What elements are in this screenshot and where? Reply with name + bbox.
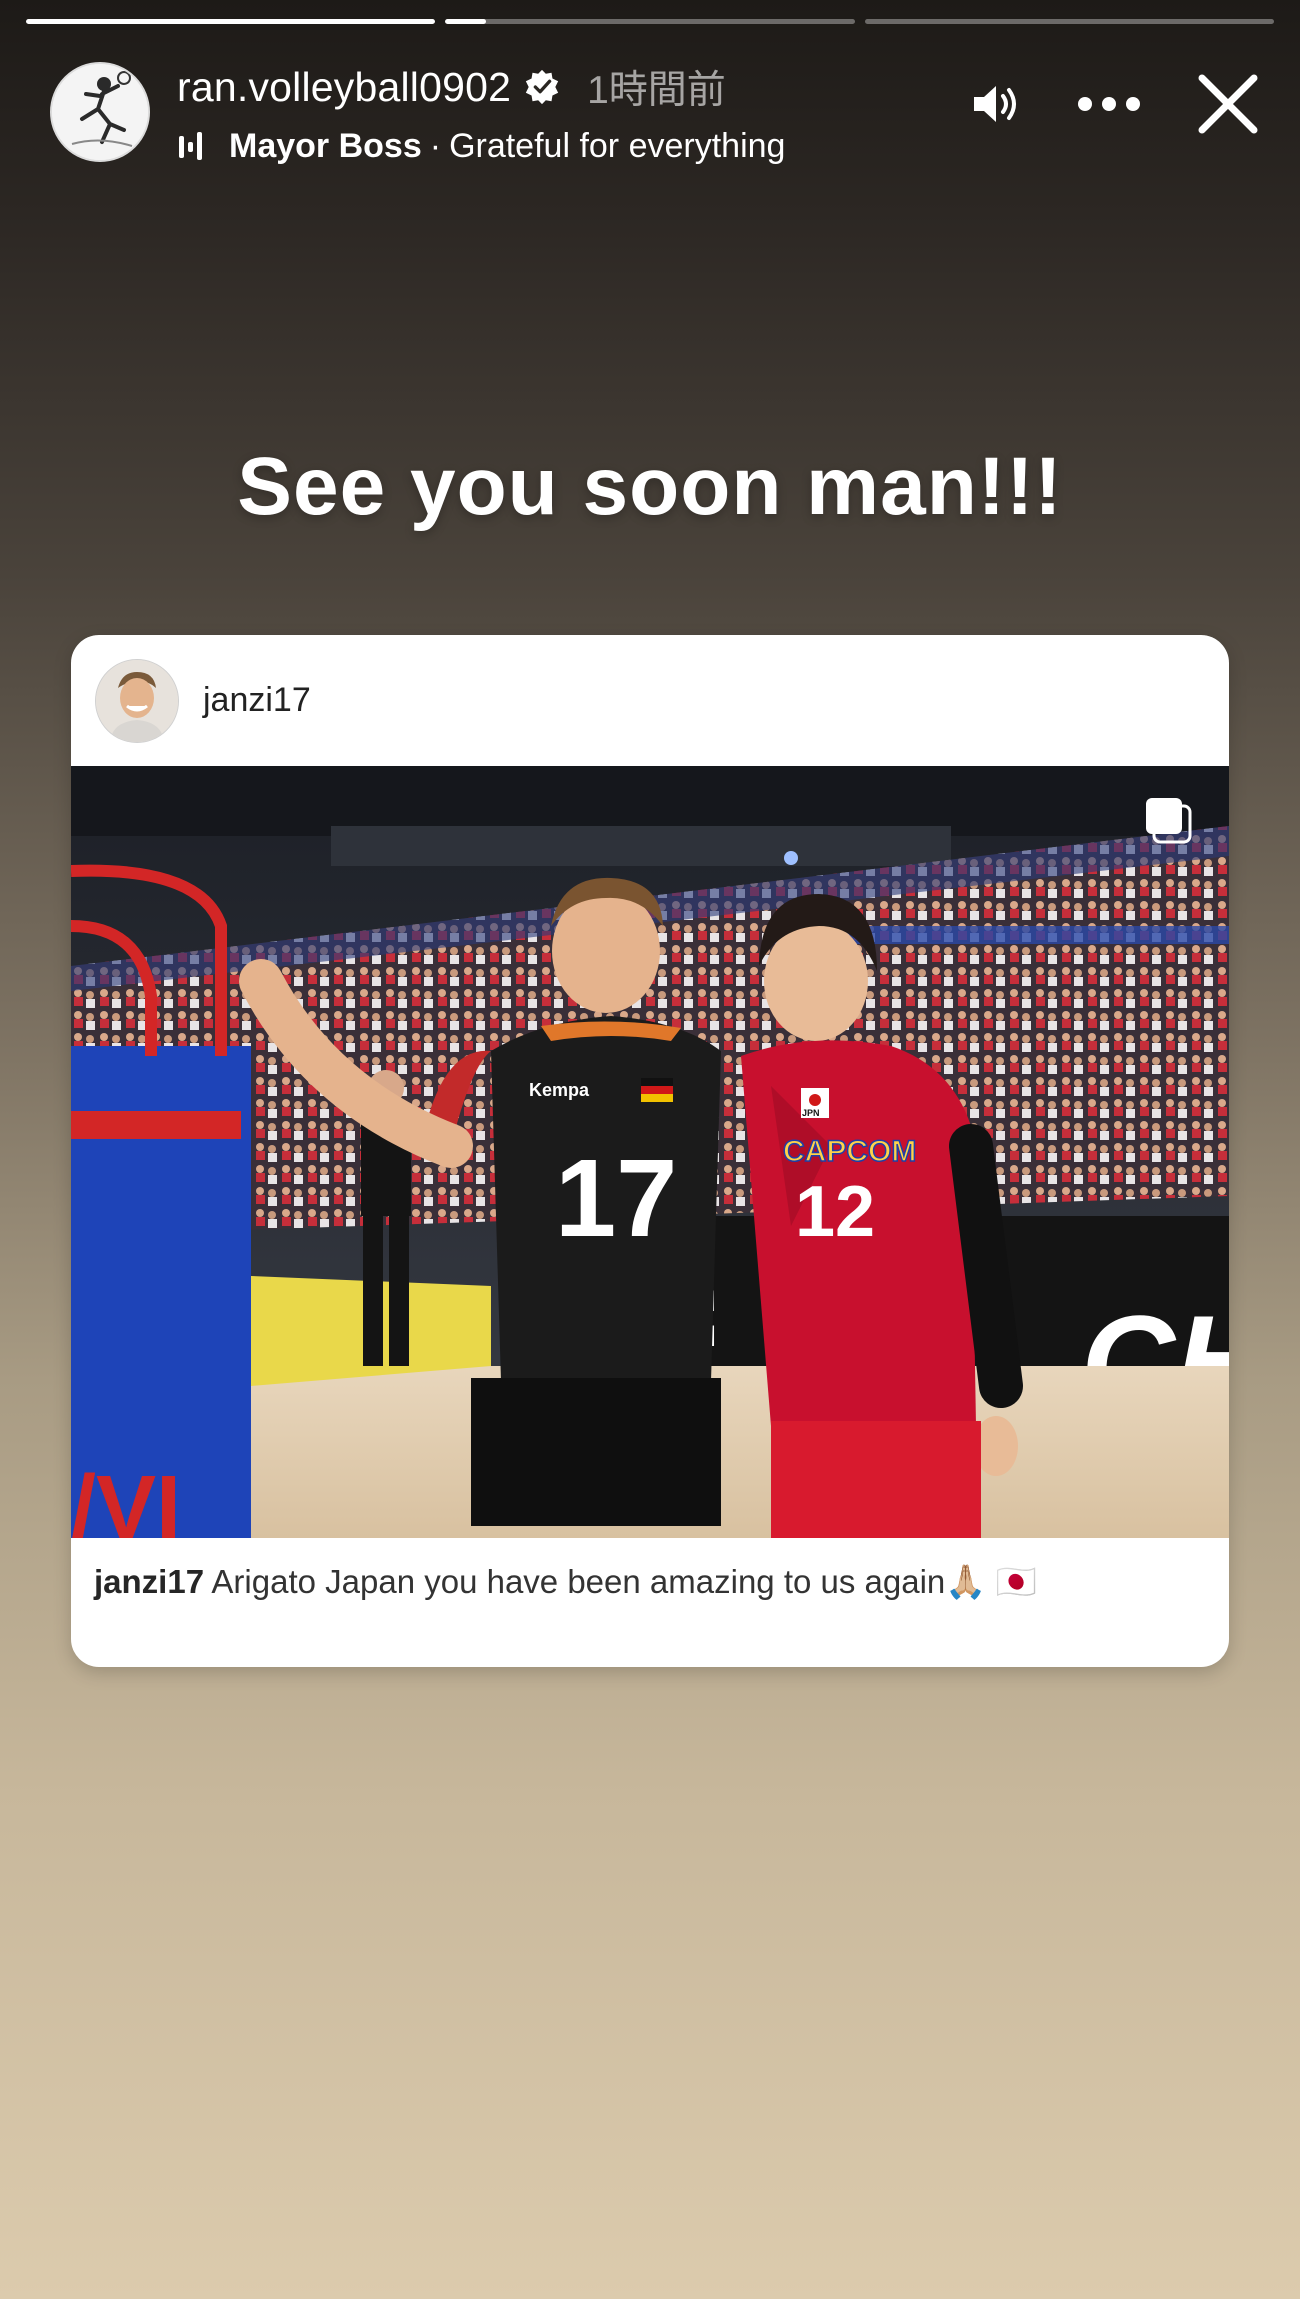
svg-text:/VI: /VI xyxy=(71,1458,181,1538)
more-options-icon[interactable] xyxy=(1076,94,1142,114)
post-caption: janzi17 Arigato Japan you have been amaz… xyxy=(94,1563,1209,1602)
volume-icon[interactable] xyxy=(970,79,1022,129)
svg-text:CAPCOM: CAPCOM xyxy=(783,1135,916,1168)
story-text-caption: See you soon man!!! xyxy=(237,441,1063,532)
post-avatar[interactable] xyxy=(95,658,179,743)
post-photo[interactable]: CH LLI ON /VI xyxy=(71,766,1229,1538)
verified-badge-icon xyxy=(525,69,559,105)
close-icon[interactable] xyxy=(1196,72,1260,136)
music-title: Grateful for everything xyxy=(449,126,786,165)
svg-text:12: 12 xyxy=(795,1172,875,1252)
story-viewer[interactable]: ran.volleyball0902 1時間前 Mayor Boss · Gra… xyxy=(0,0,1300,2299)
username-row: ran.volleyball0902 1時間前 xyxy=(177,62,726,113)
post-username[interactable]: janzi17 xyxy=(203,681,311,720)
svg-text:17: 17 xyxy=(555,1137,677,1260)
post-caption-text: Arigato Japan you have been amazing to u… xyxy=(211,1563,1037,1600)
progress-segment xyxy=(864,19,1274,24)
music-bars-icon xyxy=(179,132,202,160)
story-header: ran.volleyball0902 1時間前 Mayor Boss · Gra… xyxy=(50,62,1260,167)
svg-text:Kempa: Kempa xyxy=(529,1080,590,1100)
svg-text:JPN: JPN xyxy=(802,1108,820,1118)
post-header: janzi17 xyxy=(71,635,1229,766)
profile-photo-icon xyxy=(96,659,178,742)
shared-post-card[interactable]: janzi17 C /VI Kempa 17 CAPCOM JPN 12 jan… xyxy=(71,635,1229,1667)
header-actions xyxy=(970,72,1260,136)
story-progress-bar xyxy=(26,19,1274,25)
volleyball-players-photo: CH LLI ON /VI xyxy=(71,766,1229,1538)
timestamp: 1時間前 xyxy=(587,69,726,112)
music-artist: Mayor Boss xyxy=(229,126,422,165)
progress-segment xyxy=(445,19,855,24)
post-caption-username[interactable]: janzi17 xyxy=(94,1563,204,1600)
music-attribution[interactable]: Mayor Boss · Grateful for everything xyxy=(177,124,785,168)
volleyball-player-illustration-icon xyxy=(52,64,148,160)
progress-segment xyxy=(26,19,436,24)
username[interactable]: ran.volleyball0902 xyxy=(177,64,511,111)
music-separator: · xyxy=(429,126,442,165)
avatar[interactable] xyxy=(50,62,150,162)
